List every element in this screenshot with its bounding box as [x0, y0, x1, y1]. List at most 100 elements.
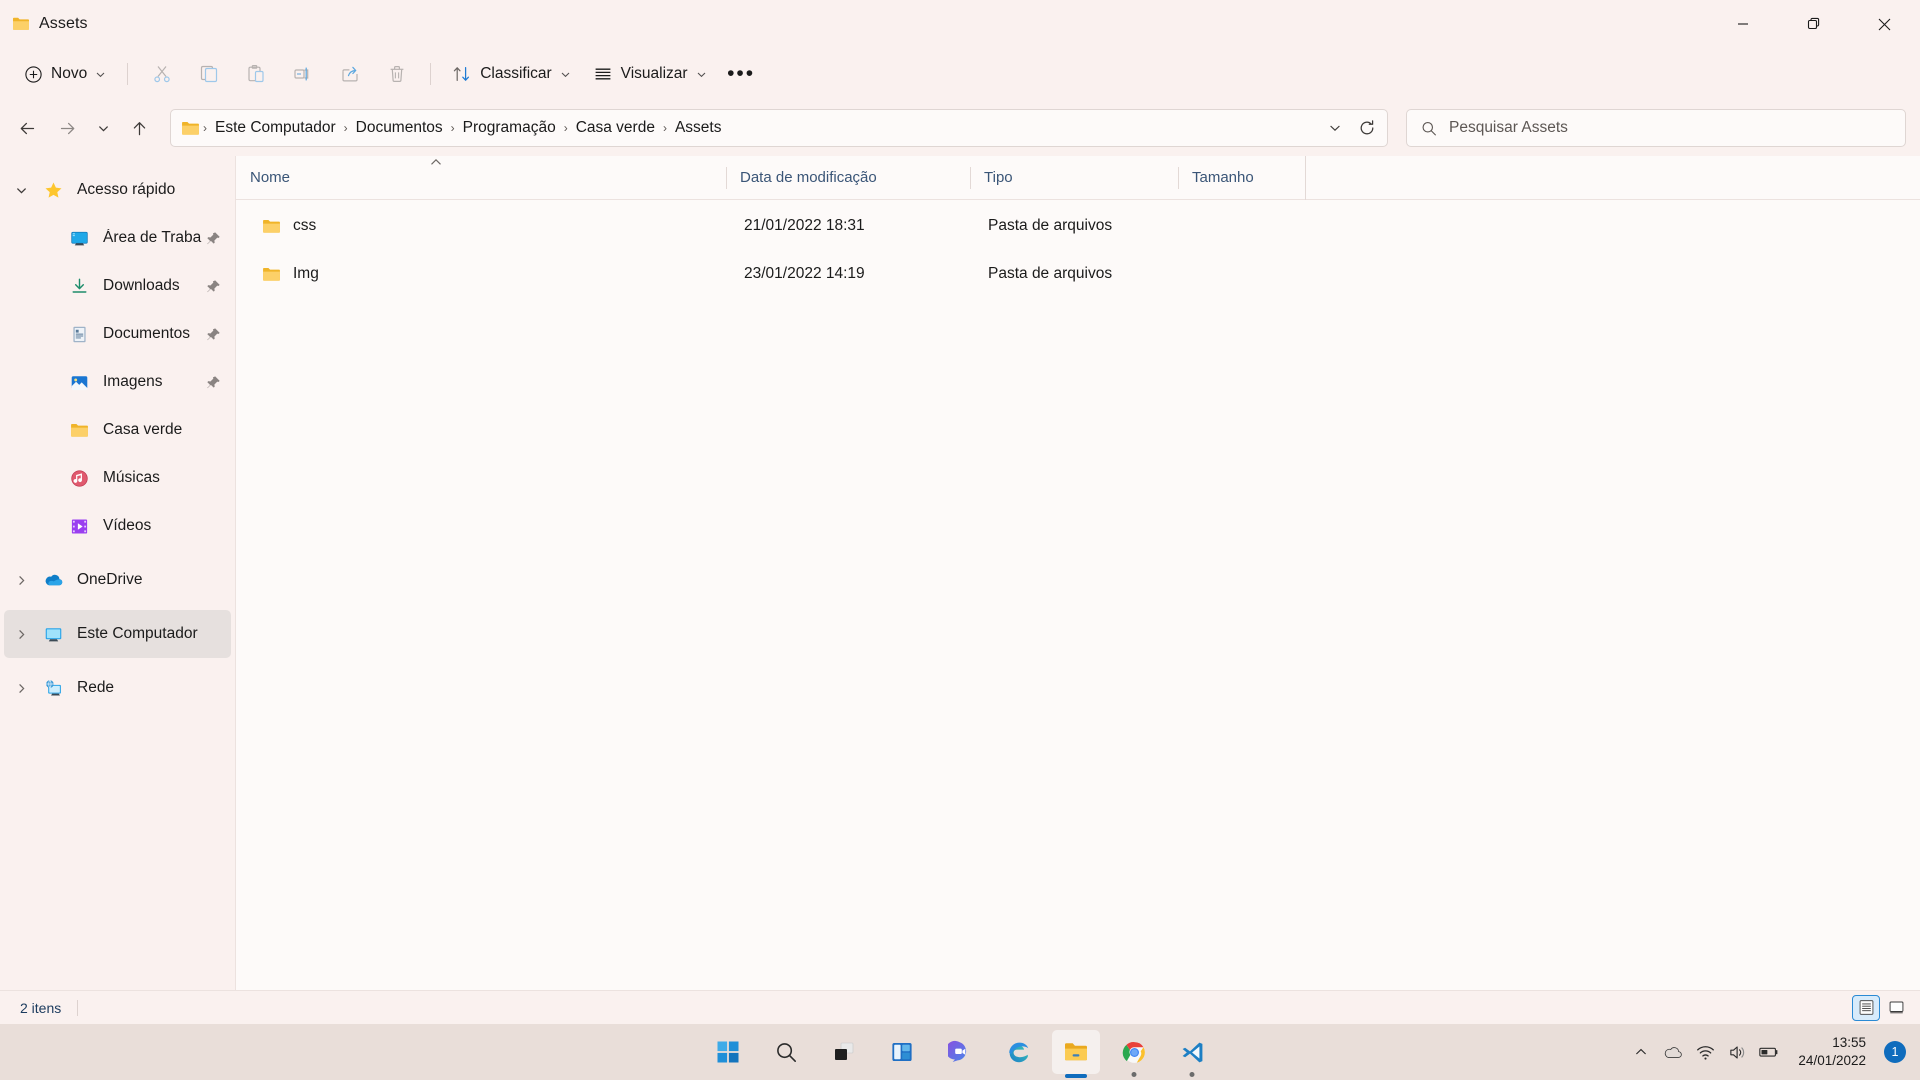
wifi-button[interactable]: [1690, 1032, 1720, 1072]
rename-icon: [294, 67, 308, 81]
rename-button[interactable]: [280, 54, 325, 94]
chevron-right-icon[interactable]: [4, 628, 38, 641]
sidebar-item-downloads[interactable]: Downloads: [4, 262, 231, 310]
large-icons-view-button[interactable]: [1882, 995, 1910, 1021]
cut-button[interactable]: [139, 54, 184, 94]
star-icon: [38, 181, 68, 200]
clock[interactable]: 13:55 24/01/2022: [1786, 1030, 1878, 1074]
sidebar-item-musicas[interactable]: Músicas: [4, 454, 231, 502]
task-view-button[interactable]: [820, 1030, 868, 1074]
sidebar-item-documentos[interactable]: Documentos: [4, 310, 231, 358]
chevron-down-icon: [96, 72, 105, 77]
start-button[interactable]: [704, 1030, 752, 1074]
toolbar-divider: [127, 63, 129, 85]
battery-button[interactable]: [1754, 1032, 1784, 1072]
navigation-pane: Acesso rápido Área de Trabalho: [0, 156, 236, 990]
chevron-down-icon[interactable]: [4, 184, 38, 197]
folder-icon: [262, 265, 281, 284]
sidebar-item-label: Área de Trabalho: [103, 229, 202, 246]
details-view-button[interactable]: [1852, 994, 1880, 1021]
sidebar-item-este-computador[interactable]: Este Computador: [4, 610, 231, 658]
sidebar-item-label: Músicas: [103, 469, 160, 486]
sidebar-item-acesso-rapido[interactable]: Acesso rápido: [4, 166, 231, 214]
vscode-button[interactable]: [1168, 1030, 1216, 1074]
column-header-nome[interactable]: Nome: [236, 156, 726, 200]
breadcrumb-item-casa-verde[interactable]: Casa verde: [569, 115, 662, 141]
search-box[interactable]: [1406, 109, 1906, 147]
folder-icon: [262, 217, 281, 236]
refresh-button[interactable]: [1351, 112, 1383, 144]
onedrive-tray-button[interactable]: [1658, 1032, 1688, 1072]
chevron-right-icon[interactable]: [4, 574, 38, 587]
more-options-button[interactable]: •••: [719, 54, 764, 94]
edge-button[interactable]: [994, 1030, 1042, 1074]
table-row[interactable]: css 21/01/2022 18:31 Pasta de arquivos: [240, 202, 1912, 250]
tray-overflow-button[interactable]: [1626, 1032, 1656, 1072]
breadcrumb-item-programacao[interactable]: Programação: [456, 115, 563, 141]
pin-icon[interactable]: [202, 279, 221, 294]
recent-locations-button[interactable]: [88, 109, 118, 147]
breadcrumb-item-assets[interactable]: Assets: [668, 115, 729, 141]
search-input[interactable]: [1448, 119, 1891, 137]
file-modified-cell: 23/01/2022 14:19: [744, 265, 865, 282]
chat-button[interactable]: [936, 1030, 984, 1074]
onedrive-icon: [38, 570, 68, 590]
sidebar-item-imagens[interactable]: Imagens: [4, 358, 231, 406]
share-button[interactable]: [327, 54, 372, 94]
notification-badge[interactable]: 1: [1884, 1041, 1906, 1063]
document-icon: [64, 325, 94, 344]
sidebar-item-rede[interactable]: Rede: [4, 664, 231, 712]
pin-icon[interactable]: [202, 375, 221, 390]
sidebar-item-label: Casa verde: [103, 421, 183, 438]
volume-button[interactable]: [1722, 1032, 1752, 1072]
breadcrumb-dropdown-button[interactable]: [1319, 112, 1351, 144]
share-icon: [342, 66, 358, 82]
taskbar-apps: [704, 1024, 1216, 1080]
view-button-label: Visualizar: [620, 65, 688, 82]
file-name-cell: css: [240, 217, 730, 236]
breadcrumb: › Este Computador › Documentos › Program…: [202, 115, 1319, 141]
file-list-pane: Nome Data de modificação Tipo Tamanho cs…: [236, 155, 1920, 990]
chevron-right-icon[interactable]: [4, 682, 38, 695]
desktop-icon: [64, 229, 94, 248]
column-header-tamanho[interactable]: Tamanho: [1178, 155, 1306, 200]
file-modified-cell: 21/01/2022 18:31: [744, 217, 865, 234]
sidebar-item-videos[interactable]: Vídeos: [4, 502, 231, 550]
view-button[interactable]: Visualizar: [583, 54, 717, 94]
widgets-button[interactable]: [878, 1030, 926, 1074]
breadcrumb-bar[interactable]: › Este Computador › Documentos › Program…: [170, 109, 1388, 147]
teams-chat-icon: [948, 1040, 967, 1062]
delete-button[interactable]: [374, 54, 419, 94]
pin-icon[interactable]: [202, 327, 221, 342]
battery-icon: [1759, 1047, 1778, 1057]
breadcrumb-item-este-computador[interactable]: Este Computador: [208, 115, 343, 141]
maximize-button[interactable]: [1778, 0, 1849, 48]
paste-button[interactable]: [233, 54, 278, 94]
folder-icon: [12, 15, 30, 33]
sort-button[interactable]: Classificar: [442, 54, 580, 94]
file-explorer-button[interactable]: [1052, 1030, 1100, 1074]
pin-icon[interactable]: [202, 231, 221, 246]
sidebar-item-casa-verde[interactable]: Casa verde: [4, 406, 231, 454]
column-header-tipo[interactable]: Tipo: [970, 156, 1178, 200]
windows-logo-icon: [717, 1041, 739, 1063]
breadcrumb-item-documentos[interactable]: Documentos: [349, 115, 450, 141]
table-row[interactable]: Img 23/01/2022 14:19 Pasta de arquivos: [240, 250, 1912, 298]
search-taskbar-button[interactable]: [762, 1030, 810, 1074]
minimize-button[interactable]: [1707, 0, 1778, 48]
vscode-icon: [1182, 1042, 1202, 1062]
up-button[interactable]: [120, 109, 158, 147]
toolbar-divider-2: [430, 63, 432, 85]
sidebar-item-onedrive[interactable]: OneDrive: [4, 556, 231, 604]
back-button[interactable]: [8, 109, 46, 147]
close-button[interactable]: [1849, 0, 1920, 48]
cloud-icon: [1665, 1047, 1683, 1058]
chrome-button[interactable]: [1110, 1030, 1158, 1074]
new-button[interactable]: Novo: [14, 54, 116, 94]
forward-button[interactable]: [48, 109, 86, 147]
sidebar-item-area-de-trabalho[interactable]: Área de Trabalho: [4, 214, 231, 262]
edge-icon: [1008, 1042, 1028, 1062]
file-name-label: css: [293, 217, 317, 234]
column-header-data-de-modificacao[interactable]: Data de modificação: [726, 156, 970, 200]
copy-button[interactable]: [186, 54, 231, 94]
